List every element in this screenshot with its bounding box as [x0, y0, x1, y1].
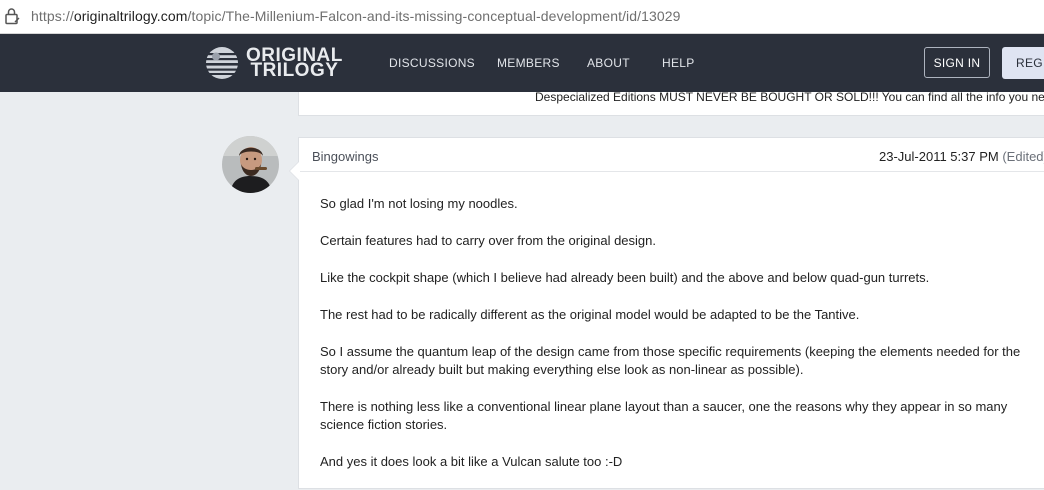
nav-discussions[interactable]: DISCUSSIONS	[389, 56, 475, 70]
notice-text: Despecialized Editions MUST NEVER BE BOU…	[535, 90, 1044, 104]
post-paragraph: The rest had to be radically different a…	[320, 307, 860, 322]
post-body: So glad I'm not losing my noodles. Certa…	[320, 195, 1040, 490]
url-path: /topic/The-Millenium-Falcon-and-its-miss…	[187, 8, 681, 24]
nav-members[interactable]: MEMBERS	[497, 56, 560, 70]
address-bar[interactable]: https://originaltrilogy.com/topic/The-Mi…	[0, 0, 1044, 34]
logo-line-2: TRILOGY	[250, 60, 339, 81]
notice-message: Despecialized Editions MUST NEVER BE BOU…	[535, 90, 1044, 104]
user-avatar-image	[222, 136, 279, 193]
lock-icon[interactable]	[4, 7, 20, 25]
previous-post-tail: Despecialized Editions MUST NEVER BE BOU…	[298, 90, 1044, 116]
post-author[interactable]: Bingowings	[312, 149, 379, 164]
post-paragraph: There is nothing less like a conventiona…	[320, 399, 1008, 432]
nav-about[interactable]: ABOUT	[587, 56, 630, 70]
post-edited-label: (Edited)	[1002, 149, 1044, 164]
site-header: ORIGINAL TRILOGY DISCUSSIONS MEMBERS ABO…	[0, 34, 1044, 92]
death-star-logo-icon	[204, 47, 240, 79]
post-paragraph: Like the cockpit shape (which I believe …	[320, 270, 930, 285]
post-header: Bingowings 23-Jul-2011 5:37 PM (Edited)	[299, 138, 1044, 172]
url-text[interactable]: https://originaltrilogy.com/topic/The-Mi…	[31, 8, 681, 24]
post-paragraph: Certain features had to carry over from …	[320, 233, 657, 248]
sign-in-button[interactable]: SIGN IN	[924, 47, 990, 78]
post-date-value: 23-Jul-2011 5:37 PM	[879, 149, 999, 164]
site-logo[interactable]: ORIGINAL TRILOGY	[204, 45, 343, 81]
avatar[interactable]	[222, 136, 279, 193]
post-paragraph: So glad I'm not losing my noodles.	[320, 196, 518, 211]
forum-post: Bingowings 23-Jul-2011 5:37 PM (Edited) …	[289, 137, 1044, 490]
register-button[interactable]: REGIS	[1002, 47, 1044, 79]
post-paragraph: And yes it does look a bit like a Vulcan…	[320, 454, 623, 469]
post-paragraph: So I assume the quantum leap of the desi…	[320, 344, 1021, 377]
logo-text: ORIGINAL TRILOGY	[246, 46, 343, 81]
url-scheme: https://	[31, 8, 74, 24]
nav-help[interactable]: HELP	[662, 56, 695, 70]
post-date[interactable]: 23-Jul-2011 5:37 PM (Edited)	[879, 149, 1044, 164]
url-host: originaltrilogy.com	[73, 8, 188, 24]
